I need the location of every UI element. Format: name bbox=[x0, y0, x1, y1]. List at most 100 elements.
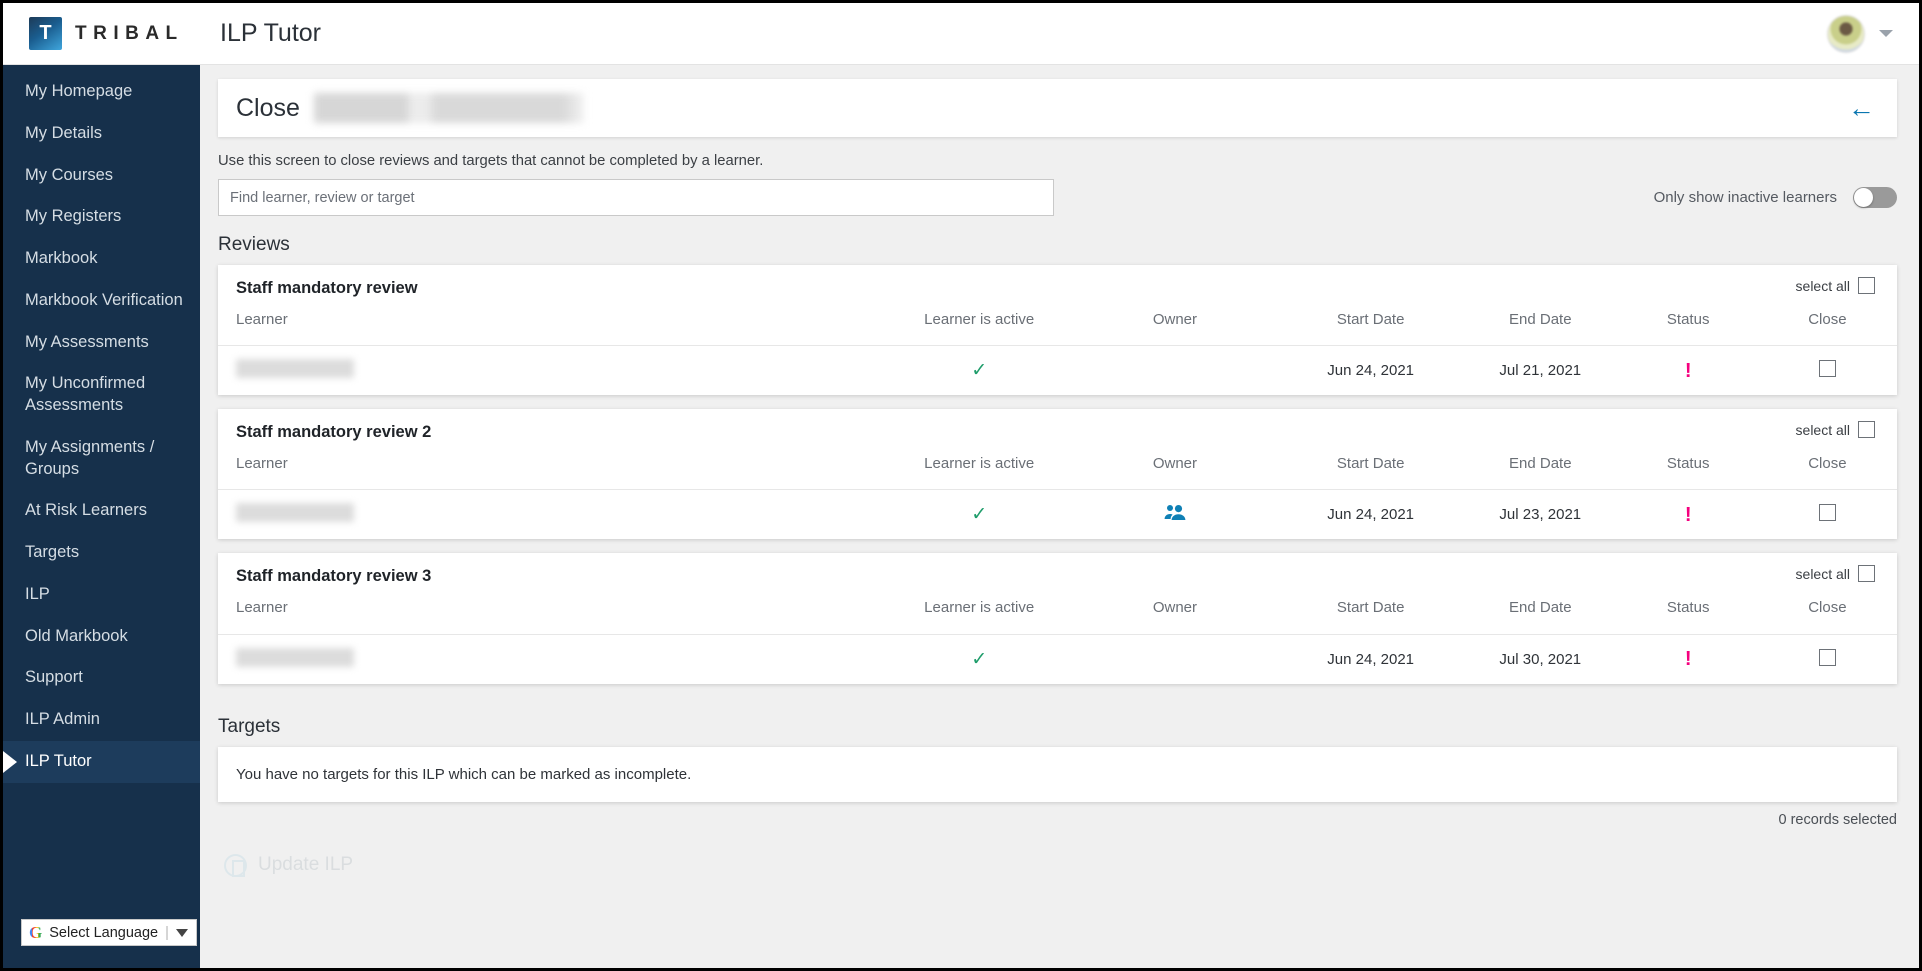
sidebar-item-label: Targets bbox=[25, 543, 80, 562]
sidebar-item-ilp[interactable]: ILP bbox=[3, 574, 200, 616]
column-close: Close bbox=[1808, 311, 1847, 328]
update-ilp-button[interactable]: Update ILP bbox=[224, 853, 1919, 877]
save-disk-icon bbox=[224, 853, 247, 877]
google-translate-widget[interactable]: G Select Language | bbox=[21, 919, 197, 946]
update-ilp-label: Update ILP bbox=[258, 854, 354, 876]
select-all-group[interactable]: select all bbox=[1796, 553, 1897, 583]
sidebar-item-my-registers[interactable]: My Registers bbox=[3, 196, 200, 238]
column-end-date: End Date bbox=[1509, 311, 1572, 328]
language-label: Select Language bbox=[49, 924, 159, 941]
sidebar-item-my-homepage[interactable]: My Homepage bbox=[3, 71, 200, 113]
select-all-label: select all bbox=[1795, 277, 1850, 294]
sidebar-item-my-assignments-groups[interactable]: My Assignments / Groups bbox=[3, 427, 200, 491]
panel-title: Close bbox=[236, 93, 300, 122]
redacted-learner bbox=[236, 503, 354, 523]
cell-owner bbox=[1070, 489, 1280, 540]
cell-owner bbox=[1070, 633, 1280, 684]
sidebar-item-at-risk-learners[interactable]: At Risk Learners bbox=[3, 490, 200, 532]
select-all-checkbox[interactable] bbox=[1858, 421, 1875, 439]
select-all-group[interactable]: select all bbox=[1796, 265, 1897, 294]
sidebar-item-targets[interactable]: Targets bbox=[3, 532, 200, 574]
cell-learner-active: ✓ bbox=[887, 489, 1071, 540]
sidebar-item-markbook-verification[interactable]: Markbook Verification bbox=[3, 280, 200, 322]
avatar[interactable] bbox=[1827, 14, 1865, 53]
brand-logo[interactable]: T TRIBAL bbox=[3, 17, 200, 50]
sidebar-item-old-markbook[interactable]: Old Markbook bbox=[3, 616, 200, 658]
sidebar-item-ilp-tutor[interactable]: ILP Tutor bbox=[3, 741, 200, 783]
cell-end-date: Jul 23, 2021 bbox=[1462, 489, 1619, 540]
cell-learner bbox=[218, 633, 888, 684]
records-selected-count: 0 records selected bbox=[1778, 811, 1897, 828]
table-row: ✓ Jun 24, 2021 Jul 21, 2021 ! bbox=[218, 345, 1897, 396]
column-start-date: Start Date bbox=[1336, 311, 1405, 328]
helper-text: Use this screen to close reviews and tar… bbox=[218, 153, 764, 169]
inactive-learners-toggle-group[interactable]: Only show inactive learners bbox=[1654, 187, 1897, 208]
cell-end-date: Jul 30, 2021 bbox=[1462, 633, 1619, 684]
close-checkbox[interactable] bbox=[1818, 504, 1836, 522]
sidebar-item-label: Markbook bbox=[25, 249, 98, 268]
status-warning-icon: ! bbox=[1684, 648, 1692, 671]
cell-learner-active: ✓ bbox=[887, 345, 1071, 396]
application-window: T TRIBAL ILP Tutor My Homepage My Detail… bbox=[0, 0, 1922, 971]
page-title: ILP Tutor bbox=[220, 19, 321, 47]
sidebar-item-my-courses[interactable]: My Courses bbox=[3, 155, 200, 197]
sidebar-item-ilp-admin[interactable]: ILP Admin bbox=[3, 699, 200, 741]
sidebar-item-label: My Details bbox=[25, 123, 103, 142]
back-arrow-icon[interactable]: ← bbox=[1848, 94, 1875, 122]
check-icon: ✓ bbox=[971, 648, 988, 670]
cell-close bbox=[1757, 633, 1897, 684]
review-card: select all Staff mandatory review 2 Lear… bbox=[218, 409, 1897, 540]
cell-status: ! bbox=[1618, 489, 1758, 540]
sidebar-item-support[interactable]: Support bbox=[3, 657, 200, 699]
tribal-logo-icon: T bbox=[29, 17, 62, 50]
sidebar: My Homepage My Details My Courses My Reg… bbox=[3, 65, 200, 968]
cell-learner bbox=[218, 489, 888, 540]
column-learner: Learner bbox=[236, 455, 288, 473]
google-logo-icon: G bbox=[29, 923, 43, 942]
reviews-table: Learner Learner is active Owner Start Da… bbox=[218, 586, 1897, 684]
review-title: Staff mandatory review 2 bbox=[236, 423, 432, 442]
close-checkbox[interactable] bbox=[1818, 648, 1836, 666]
column-learner-active: Learner is active bbox=[924, 311, 1035, 328]
sidebar-item-label: My Homepage bbox=[25, 82, 133, 100]
sidebar-item-label: Support bbox=[25, 668, 83, 687]
select-all-checkbox[interactable] bbox=[1858, 565, 1875, 583]
user-menu[interactable] bbox=[1827, 14, 1919, 53]
reviews-table: Learner Learner is active Owner Start Da… bbox=[218, 442, 1897, 540]
column-learner: Learner bbox=[236, 599, 288, 617]
table-header-row: Learner Learner is active Owner Start Da… bbox=[218, 586, 1897, 634]
cell-learner-active: ✓ bbox=[887, 633, 1071, 684]
top-bar: T TRIBAL ILP Tutor bbox=[3, 3, 1919, 65]
people-icon bbox=[1164, 504, 1186, 525]
chevron-down-icon[interactable] bbox=[1879, 30, 1893, 37]
sidebar-item-label: My Courses bbox=[25, 165, 114, 184]
select-all-group[interactable]: select all bbox=[1796, 409, 1897, 439]
search-input[interactable] bbox=[218, 179, 1054, 216]
sidebar-item-label: Markbook Verification bbox=[25, 290, 183, 309]
sidebar-item-my-details[interactable]: My Details bbox=[3, 113, 200, 155]
chevron-down-icon[interactable] bbox=[175, 928, 188, 937]
cell-status: ! bbox=[1618, 633, 1758, 684]
check-icon: ✓ bbox=[971, 360, 988, 382]
redacted-learner-name bbox=[313, 93, 584, 123]
targets-empty-message: You have no targets for this ILP which c… bbox=[218, 746, 1897, 802]
sidebar-item-markbook[interactable]: Markbook bbox=[3, 238, 200, 280]
cell-start-date: Jun 24, 2021 bbox=[1279, 633, 1462, 684]
select-all-checkbox[interactable] bbox=[1858, 277, 1875, 294]
review-card: select all Staff mandatory review 3 Lear… bbox=[218, 553, 1897, 684]
sidebar-item-my-assessments[interactable]: My Assessments bbox=[3, 322, 200, 364]
main-content: Close ← Use this screen to close reviews… bbox=[200, 65, 1919, 968]
sidebar-item-my-unconfirmed-assessments[interactable]: My Unconfirmed Assessments bbox=[3, 363, 200, 427]
search-row: Only show inactive learners bbox=[218, 179, 1897, 216]
sidebar-item-label: My Assessments bbox=[25, 332, 149, 351]
inactive-learners-toggle[interactable] bbox=[1853, 187, 1897, 208]
active-arrow-icon bbox=[3, 750, 17, 773]
column-end-date: End Date bbox=[1509, 455, 1572, 473]
column-status: Status bbox=[1666, 455, 1710, 473]
close-checkbox[interactable] bbox=[1818, 360, 1836, 378]
sidebar-item-label: ILP Tutor bbox=[25, 752, 92, 771]
sidebar-item-label: My Assignments / Groups bbox=[25, 437, 155, 478]
sidebar-item-label: Old Markbook bbox=[25, 626, 128, 645]
reviews-table: Learner Learner is active Owner Start Da… bbox=[218, 298, 1897, 396]
sidebar-item-label: My Registers bbox=[25, 207, 122, 226]
